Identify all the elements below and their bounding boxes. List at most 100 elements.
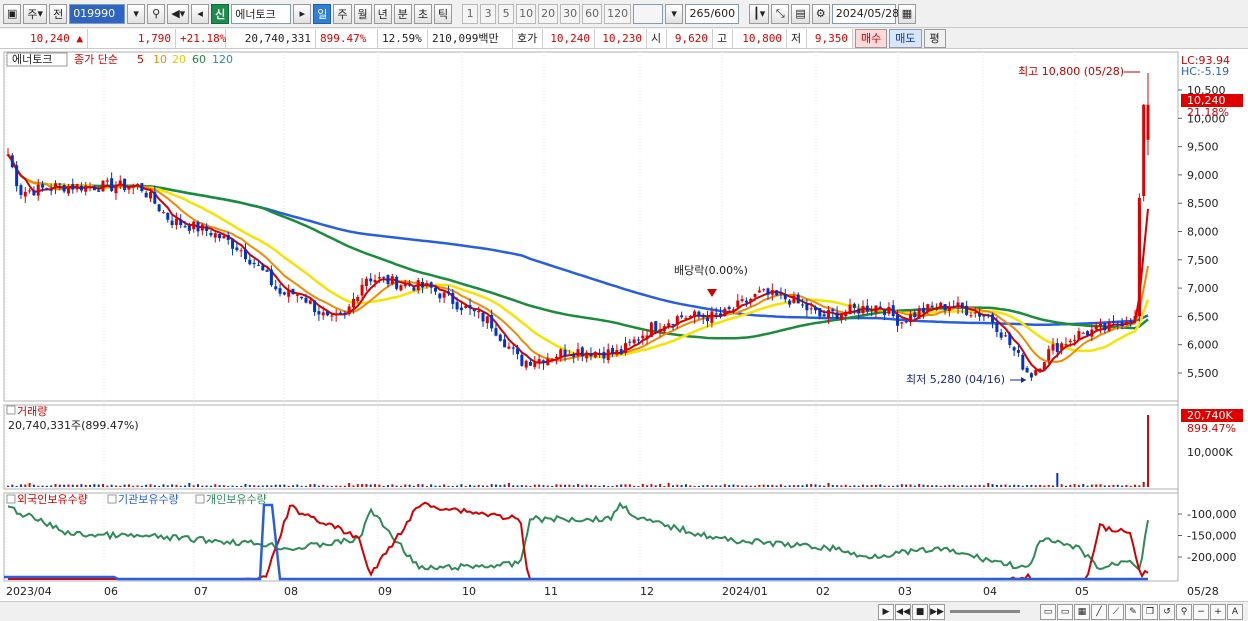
- count-input[interactable]: 265/600: [685, 3, 740, 24]
- zoom-search-icon[interactable]: ⚲: [1176, 604, 1192, 620]
- zoom-slider[interactable]: [950, 610, 1020, 613]
- period-second[interactable]: 초: [413, 3, 433, 24]
- fast-forward-icon[interactable]: ▶▶: [929, 604, 945, 620]
- minute-60[interactable]: 60: [582, 3, 603, 24]
- search-icon[interactable]: ⚲: [147, 3, 166, 24]
- gear-icon[interactable]: ⚙: [811, 3, 830, 24]
- rewind-icon[interactable]: ◀◀: [895, 604, 911, 620]
- candle-body: [559, 349, 563, 359]
- volume-bar: [460, 484, 463, 487]
- layout-icon-1[interactable]: ▭: [1040, 604, 1056, 620]
- volume-panel-toggle[interactable]: [6, 405, 16, 415]
- period-year[interactable]: 년: [373, 3, 392, 24]
- candle-body: [533, 362, 537, 368]
- minute-1[interactable]: 1: [462, 3, 479, 24]
- chart-svg[interactable]: 10,50010,0009,5009,0008,5008,0007,5007,0…: [0, 49, 1248, 601]
- count-value: 265: [689, 7, 711, 20]
- eval-button[interactable]: 평: [923, 28, 946, 48]
- collapse-icon[interactable]: −: [1193, 604, 1209, 620]
- candle-body: [822, 314, 826, 317]
- candle-body: [649, 322, 653, 337]
- prev-button[interactable]: 전: [49, 3, 68, 24]
- minute-30[interactable]: 30: [560, 3, 581, 24]
- copy-icon[interactable]: ❐: [1142, 604, 1158, 620]
- candle-body: [1094, 325, 1098, 330]
- candle-body: [192, 221, 196, 230]
- volume-bar: [788, 485, 791, 487]
- volume-bar: [322, 484, 325, 487]
- volume-bar: [767, 484, 769, 487]
- period-day[interactable]: 일: [313, 3, 332, 24]
- code-value: 019990: [73, 7, 116, 20]
- period-tick[interactable]: 틱: [434, 3, 453, 24]
- chart-area[interactable]: 10,500 10,000 9,500 9,000 8,500 8,000 7,500 7,0…: [0, 49, 1248, 601]
- candle-body: [550, 358, 554, 360]
- scroll-right-icon[interactable]: ▶: [878, 604, 894, 620]
- candle-body: [36, 184, 40, 196]
- nav-left-icon[interactable]: ◂: [191, 3, 210, 24]
- candle-type-icon[interactable]: ┃▾: [749, 3, 770, 24]
- holders-panel-toggle[interactable]: [6, 494, 16, 504]
- volume-bar: [1026, 485, 1029, 487]
- legend-inst-toggle[interactable]: [107, 494, 117, 504]
- candle-body: [485, 316, 489, 324]
- zoom-in-icon[interactable]: +: [1210, 604, 1226, 620]
- trend-tool-icon[interactable]: ⟋: [1108, 604, 1124, 620]
- candle-body: [546, 358, 550, 366]
- volume-bar: [853, 485, 856, 487]
- layout-icon-2[interactable]: ▭: [1057, 604, 1073, 620]
- save-icon[interactable]: ▤: [791, 3, 810, 24]
- line-tool-icon[interactable]: ╱: [1091, 604, 1107, 620]
- minute-120[interactable]: 120: [604, 3, 632, 24]
- candle-body: [244, 249, 247, 260]
- buy-button[interactable]: 매수: [855, 28, 888, 48]
- volume-bar: [672, 485, 674, 487]
- volume-bar: [676, 484, 679, 487]
- font-size-icon[interactable]: A: [1227, 604, 1243, 620]
- stock-code-input[interactable]: 019990: [69, 3, 126, 24]
- nav-right-icon[interactable]: ▸: [293, 3, 312, 24]
- period-minute[interactable]: 분: [393, 3, 412, 24]
- candle-body: [157, 204, 161, 212]
- date-input[interactable]: 2024/05/28: [831, 3, 899, 24]
- volume-bar: [974, 485, 977, 487]
- draw-tool-icon[interactable]: ✎: [1125, 604, 1141, 620]
- calendar-icon[interactable]: ▦: [897, 3, 917, 24]
- candle-body: [386, 275, 390, 285]
- minute-3[interactable]: 3: [480, 3, 497, 24]
- volume-bar: [365, 484, 368, 487]
- period-week[interactable]: 주: [333, 3, 352, 24]
- candle-body: [1055, 343, 1059, 353]
- stock-name-field[interactable]: 에너토크: [231, 3, 292, 24]
- minute-5[interactable]: 5: [498, 3, 515, 24]
- candle-body: [913, 312, 917, 317]
- candle-body: [814, 307, 817, 311]
- type-select[interactable]: 주 ▾: [23, 3, 48, 24]
- volume-bar: [909, 484, 912, 487]
- code-dropdown-button[interactable]: ▾: [127, 3, 146, 24]
- volume-bar: [736, 485, 739, 487]
- candle-body: [278, 288, 282, 294]
- volume-bar: [369, 484, 372, 487]
- candle-body: [1073, 339, 1077, 341]
- layout-icon-3[interactable]: ▦: [1074, 604, 1090, 620]
- candle-body: [265, 270, 269, 272]
- restore-icon[interactable]: ↺: [1159, 604, 1175, 620]
- legend-indiv-toggle[interactable]: [195, 494, 205, 504]
- stop-icon[interactable]: ■: [912, 604, 928, 620]
- x-axis-label: 07: [194, 585, 208, 598]
- speaker-icon[interactable]: ◀▾: [167, 3, 190, 24]
- sell-button[interactable]: 매도: [889, 28, 922, 48]
- candle-body: [883, 309, 887, 315]
- custom-period-dropdown[interactable]: ▾: [665, 3, 684, 24]
- new-badge[interactable]: 신: [211, 3, 230, 24]
- period-month[interactable]: 월: [353, 3, 372, 24]
- candle-body: [1129, 320, 1133, 322]
- crosshair-icon[interactable]: ⤡: [771, 3, 790, 24]
- minute-20[interactable]: 20: [538, 3, 559, 24]
- window-icon[interactable]: ▣: [3, 3, 22, 24]
- minute-10[interactable]: 10: [516, 3, 537, 24]
- custom-period-input[interactable]: [633, 3, 664, 24]
- candle-body: [693, 311, 697, 318]
- volume-bar: [581, 485, 584, 487]
